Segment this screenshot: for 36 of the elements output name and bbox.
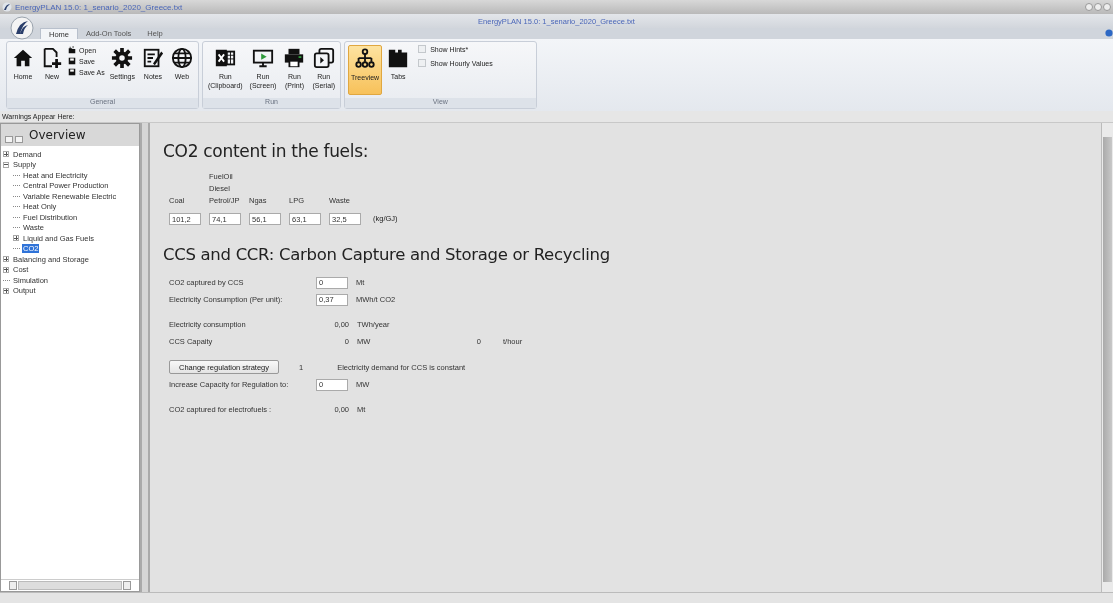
app-logo-icon	[2, 2, 12, 12]
tree-expander[interactable]	[3, 287, 9, 294]
tree-expander[interactable]	[3, 161, 9, 168]
tree-expander[interactable]	[3, 266, 9, 273]
globe-icon	[171, 47, 193, 69]
hierarchy-icon	[354, 48, 377, 70]
save-icon	[68, 57, 76, 65]
printer-icon	[283, 47, 306, 69]
stacked-windows-icon	[312, 47, 335, 69]
settings-icon	[111, 47, 134, 69]
tree-expander[interactable]	[3, 151, 9, 158]
checkbox[interactable]	[418, 59, 427, 67]
minimize-button[interactable]	[1085, 3, 1093, 11]
section-heading: CCS and CCR: Carbon Capture and Storage or Recycling	[163, 245, 611, 264]
notes-icon	[142, 47, 164, 69]
collapse-all-button[interactable]	[15, 135, 23, 143]
home-icon	[12, 47, 34, 69]
spreadsheet-icon	[214, 47, 237, 69]
vertical-scrollbar[interactable]	[1101, 123, 1113, 592]
close-button[interactable]	[1103, 3, 1111, 11]
horizontal-scrollbar[interactable]	[1, 579, 139, 591]
save-icon	[68, 68, 76, 76]
tree-expander[interactable]	[13, 235, 19, 242]
help-icon[interactable]	[1105, 29, 1113, 37]
folder-tabs-icon	[387, 47, 410, 69]
monitor-play-icon	[252, 47, 275, 69]
section-heading: CO2 content in the fuels:	[163, 141, 370, 161]
expand-all-button[interactable]	[5, 135, 13, 143]
checkbox[interactable]	[418, 45, 427, 53]
window-title: EnergyPLAN 15.0: 1_senario_2020_Greece.txt	[15, 2, 183, 12]
open-folder-icon	[68, 46, 76, 54]
tree-expander[interactable]	[3, 256, 9, 263]
sidebar-title: Overview	[29, 128, 86, 142]
splitter[interactable]	[140, 123, 150, 592]
new-page-icon	[41, 47, 63, 69]
restore-button[interactable]	[1094, 3, 1102, 11]
